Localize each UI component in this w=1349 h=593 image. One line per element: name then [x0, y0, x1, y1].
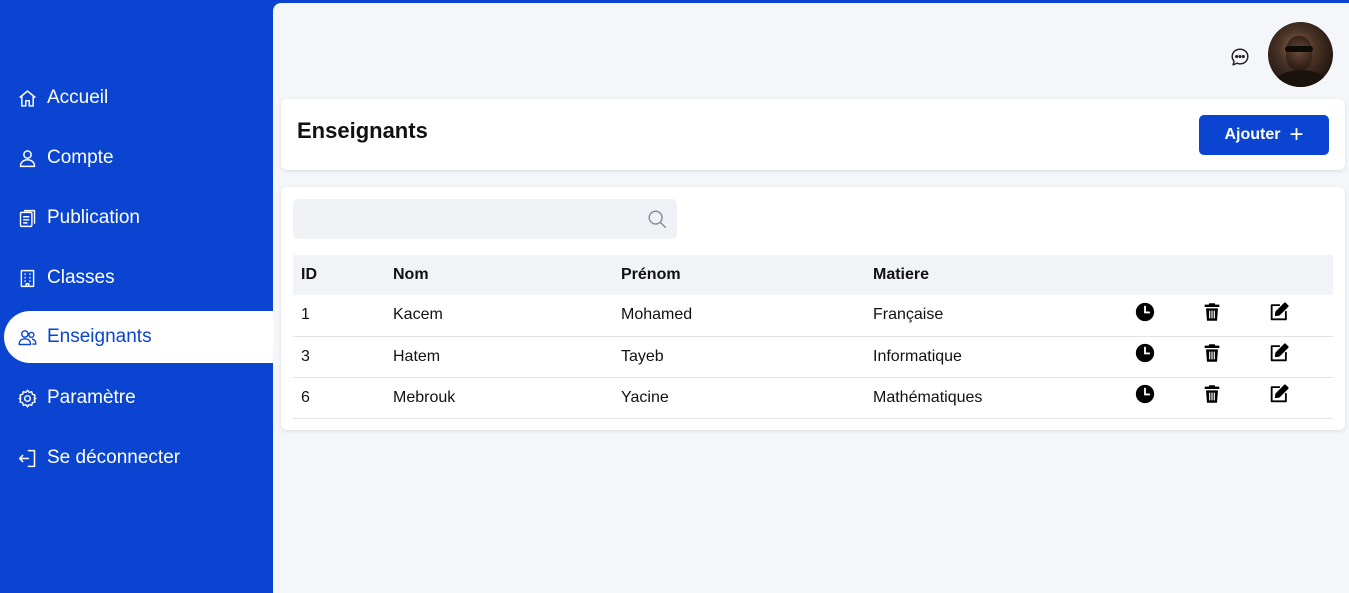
sidebar-item-logout[interactable]: Se déconnecter: [4, 432, 273, 484]
sidebar-item-label: Publication: [47, 207, 140, 228]
edit-icon[interactable]: [1268, 301, 1290, 323]
cell-nom: Hatem: [393, 347, 441, 365]
add-button[interactable]: Ajouter +: [1199, 115, 1329, 155]
edit-icon[interactable]: [1268, 342, 1290, 364]
sidebar-item-label: Compte: [47, 147, 114, 168]
page-header: Enseignants Ajouter +: [281, 99, 1345, 170]
sidebar-item-publication[interactable]: Publication: [4, 192, 273, 244]
teachers-table-card: ID Nom Prénom Matiere 1 Kacem Mohamed Fr…: [281, 187, 1345, 430]
trash-icon[interactable]: [1201, 383, 1223, 405]
column-header-prenom: Prénom: [621, 266, 681, 283]
sidebar-item-enseignants[interactable]: Enseignants: [4, 311, 273, 363]
trash-icon[interactable]: [1201, 301, 1223, 323]
column-header-id: ID: [301, 266, 317, 283]
cell-nom: Kacem: [393, 306, 443, 324]
avatar-face: [1286, 36, 1312, 70]
avatar[interactable]: [1268, 22, 1333, 87]
cell-id: 3: [301, 347, 310, 365]
sidebar-item-label: Se déconnecter: [47, 447, 181, 468]
sidebar-item-accueil[interactable]: Accueil: [4, 72, 273, 124]
main-content: Enseignants Ajouter + ID Nom Prénom Mati…: [273, 3, 1349, 593]
cell-matiere: Mathématiques: [873, 388, 983, 406]
add-button-label: Ajouter: [1224, 126, 1281, 143]
trash-icon[interactable]: [1201, 342, 1223, 364]
cell-nom: Mebrouk: [393, 388, 456, 406]
cell-matiere: Informatique: [873, 347, 962, 365]
building-icon: [16, 267, 38, 289]
cell-prenom: Yacine: [621, 388, 669, 406]
gear-icon: [16, 387, 38, 409]
clipboard-icon: [16, 207, 38, 229]
avatar-body: [1274, 70, 1328, 87]
table-row: 6 Mebrouk Yacine Mathématiques: [293, 377, 1333, 418]
sidebar-item-classes[interactable]: Classes: [4, 252, 273, 304]
sidebar-item-label: Paramètre: [47, 387, 136, 408]
sidebar-item-compte[interactable]: Compte: [4, 132, 273, 184]
search-icon[interactable]: [646, 208, 668, 230]
sidebar-item-label: Accueil: [47, 87, 109, 108]
clock-icon[interactable]: [1134, 383, 1156, 405]
chat-icon[interactable]: [1229, 46, 1251, 68]
page-title: Enseignants: [297, 118, 428, 143]
search-box: [293, 199, 677, 239]
avatar-glasses: [1285, 46, 1313, 52]
column-header-matiere: Matiere: [873, 266, 930, 283]
sidebar: Accueil Compte Publication Classes Ensei…: [0, 0, 273, 593]
cell-id: 1: [301, 306, 310, 324]
sidebar-item-label: Enseignants: [47, 326, 152, 347]
home-icon: [16, 87, 38, 109]
user-icon: [16, 147, 38, 169]
search-input[interactable]: [293, 199, 677, 239]
table-header-row: ID Nom Prénom Matiere: [293, 255, 1333, 295]
logout-icon: [16, 447, 38, 469]
column-header-nom: Nom: [393, 266, 429, 283]
cell-matiere: Française: [873, 306, 944, 324]
table-row: 1 Kacem Mohamed Française: [293, 295, 1333, 336]
users-icon: [16, 326, 38, 348]
clock-icon[interactable]: [1134, 342, 1156, 364]
teachers-table: ID Nom Prénom Matiere 1 Kacem Mohamed Fr…: [293, 255, 1333, 419]
table-row: 3 Hatem Tayeb Informatique: [293, 336, 1333, 377]
edit-icon[interactable]: [1268, 383, 1290, 405]
cell-id: 6: [301, 388, 310, 406]
cell-prenom: Tayeb: [621, 347, 664, 365]
clock-icon[interactable]: [1134, 301, 1156, 323]
cell-prenom: Mohamed: [621, 306, 693, 324]
sidebar-item-label: Classes: [47, 267, 115, 288]
sidebar-item-parametre[interactable]: Paramètre: [4, 372, 273, 424]
plus-icon: +: [1289, 121, 1304, 148]
